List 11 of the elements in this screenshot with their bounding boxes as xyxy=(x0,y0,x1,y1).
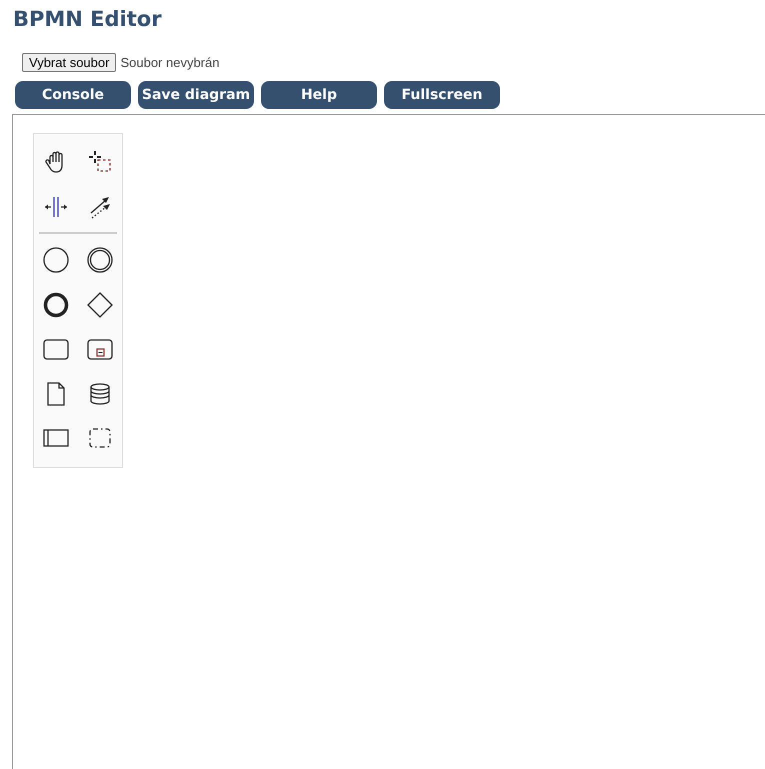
choose-file-button[interactable]: Vybrat soubor xyxy=(22,53,116,72)
gateway-icon[interactable] xyxy=(86,290,114,319)
file-status: Soubor nevybrán xyxy=(120,55,220,70)
page-title: BPMN Editor xyxy=(13,6,163,32)
start-event-icon[interactable] xyxy=(42,246,70,274)
intermediate-event-icon[interactable] xyxy=(86,246,114,274)
end-event-icon[interactable] xyxy=(42,290,70,319)
toolbar-button[interactable]: Console xyxy=(15,81,131,109)
toolbar-button[interactable]: Save diagram xyxy=(138,81,254,109)
toolbar-button[interactable]: Help xyxy=(261,81,377,109)
toolbar-button[interactable]: Fullscreen xyxy=(384,81,500,109)
